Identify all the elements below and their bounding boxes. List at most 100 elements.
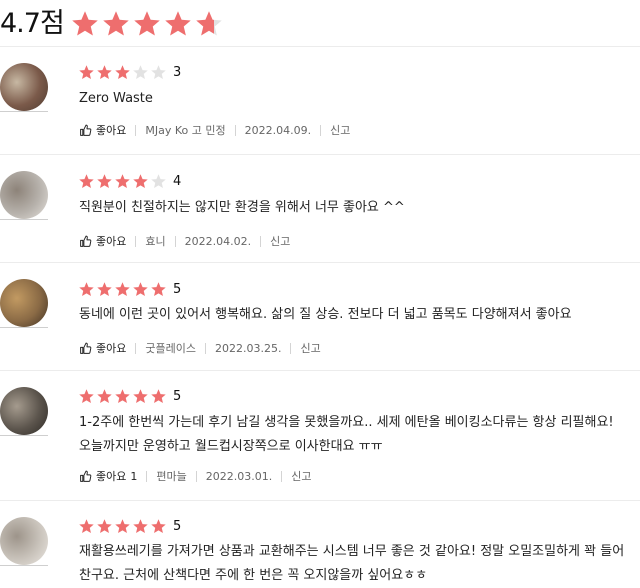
- rating-summary: 4.7점: [0, 4, 225, 44]
- review-star-icon: [133, 389, 148, 404]
- like-label: 좋아요: [96, 470, 127, 483]
- review-star-icon: [133, 65, 148, 80]
- review-item: 5 재활용쓰레기를 가져가면 상품과 교환해주는 시스템 너무 좋은 것 같아요!…: [0, 500, 640, 583]
- review-star-icon: [151, 519, 166, 534]
- rating-number: 4: [173, 174, 182, 189]
- review-date: 2022.04.02.: [184, 234, 252, 248]
- header-star-icon: [72, 11, 98, 36]
- review-star-rating: 5: [78, 281, 181, 298]
- author-name[interactable]: 편마늘: [156, 468, 186, 484]
- average-star-rating: [70, 9, 225, 39]
- avatar-divider: [0, 435, 48, 436]
- meta-divider: [135, 342, 137, 354]
- like-count: 1: [130, 469, 138, 483]
- review-item: 4 직원분이 친절하지는 않지만 환경을 위해서 너무 좋아요 ^^ 좋아요 효니 20…: [0, 154, 640, 263]
- review-star-rating: 5: [78, 518, 181, 535]
- review-star-icon: [151, 282, 166, 297]
- review-star-icon: [97, 389, 112, 404]
- review-star-icon: [115, 174, 130, 189]
- thumbs-up-icon: [80, 124, 92, 136]
- review-star-icon: [79, 282, 94, 297]
- rating-number: 3: [173, 65, 182, 80]
- like-button[interactable]: 좋아요: [79, 122, 126, 138]
- header-star-icon: [196, 11, 222, 36]
- like-button[interactable]: 좋아요: [79, 340, 126, 356]
- review-item: 5 동네에 이런 곳이 있어서 행복해요. 삶의 질 상승. 전보다 더 넓고 품…: [0, 262, 640, 371]
- review-star-icon: [79, 174, 94, 189]
- review-date: 2022.03.25.: [214, 341, 282, 355]
- review-star-rating: 3: [78, 64, 181, 81]
- review-star-icon: [97, 65, 112, 80]
- author-name[interactable]: 효니: [145, 233, 165, 249]
- report-link[interactable]: 신고: [291, 468, 311, 484]
- review-text: 동네에 이런 곳이 있어서 행복해요. 삶의 질 상승. 전보다 더 넓고 품목…: [79, 307, 572, 322]
- review-star-icon: [79, 65, 94, 80]
- review-text: 1-2주에 한번씩 가는데 후기 남길 생각을 못했을까요.. 세제 에탄올 베…: [79, 415, 614, 454]
- review-star-icon: [97, 174, 112, 189]
- header-star-icon: [103, 11, 129, 36]
- review-meta: 좋아요 효니 2022.04.02. 신고: [79, 233, 290, 249]
- avatar-divider: [0, 327, 48, 328]
- review-text: 직원분이 친절하지는 않지만 환경을 위해서 너무 좋아요 ^^: [79, 200, 405, 215]
- review-text: 재활용쓰레기를 가져가면 상품과 교환해주는 시스템 너무 좋은 것 같아요! …: [79, 544, 625, 583]
- avatar-divider: [0, 111, 48, 112]
- meta-divider: [204, 342, 206, 354]
- like-label: 좋아요: [96, 235, 127, 248]
- review-star-icon: [133, 519, 148, 534]
- review-star-icon: [115, 282, 130, 297]
- thumbs-up-icon: [80, 235, 92, 247]
- header-star-icon: [134, 11, 160, 36]
- review-item: 3 Zero Waste 좋아요 MJay Ko 고 민정 2022.04.09. 신고: [0, 46, 640, 155]
- avatar[interactable]: [0, 171, 48, 219]
- avatar[interactable]: [0, 279, 48, 327]
- review-date: 2022.03.01.: [205, 469, 273, 483]
- review-text: Zero Waste: [79, 91, 153, 106]
- review-star-icon: [79, 519, 94, 534]
- avatar[interactable]: [0, 517, 48, 565]
- rating-number: 5: [173, 519, 182, 534]
- review-star-icon: [151, 174, 166, 189]
- average-score: 4.7점: [0, 8, 65, 39]
- review-star-rating: 5: [78, 388, 181, 405]
- avatar-divider: [0, 219, 48, 220]
- meta-divider: [195, 470, 197, 482]
- rating-number: 5: [173, 282, 182, 297]
- avatar[interactable]: [0, 63, 48, 111]
- meta-divider: [146, 470, 148, 482]
- meta-divider: [234, 124, 236, 136]
- review-meta: 좋아요 1 편마늘 2022.03.01. 신고: [79, 468, 311, 484]
- like-button[interactable]: 좋아요 1: [79, 468, 137, 484]
- meta-divider: [174, 235, 176, 247]
- author-name[interactable]: 굿플레이스: [145, 340, 196, 356]
- report-link[interactable]: 신고: [300, 340, 320, 356]
- meta-divider: [135, 235, 137, 247]
- review-meta: 좋아요 굿플레이스 2022.03.25. 신고: [79, 340, 321, 356]
- report-link[interactable]: 신고: [330, 122, 350, 138]
- review-star-icon: [79, 389, 94, 404]
- meta-divider: [135, 124, 137, 136]
- review-item: 5 1-2주에 한번씩 가는데 후기 남길 생각을 못했을까요.. 세제 에탄올 …: [0, 370, 640, 501]
- avatar-divider: [0, 565, 48, 566]
- like-label: 좋아요: [96, 342, 127, 355]
- review-star-icon: [97, 519, 112, 534]
- like-button[interactable]: 좋아요: [79, 233, 126, 249]
- thumbs-up-icon: [80, 470, 92, 482]
- header-star-icon: [165, 11, 191, 36]
- review-star-icon: [133, 282, 148, 297]
- rating-number: 5: [173, 389, 182, 404]
- review-star-icon: [115, 389, 130, 404]
- meta-divider: [281, 470, 283, 482]
- author-name[interactable]: MJay Ko 고 민정: [145, 122, 225, 138]
- review-meta: 좋아요 MJay Ko 고 민정 2022.04.09. 신고: [79, 122, 350, 138]
- meta-divider: [290, 342, 292, 354]
- meta-divider: [260, 235, 262, 247]
- thumbs-up-icon: [80, 342, 92, 354]
- avatar[interactable]: [0, 387, 48, 435]
- like-label: 좋아요: [96, 124, 127, 137]
- report-link[interactable]: 신고: [270, 233, 290, 249]
- review-star-icon: [151, 389, 166, 404]
- review-star-icon: [151, 65, 166, 80]
- review-star-icon: [133, 174, 148, 189]
- review-star-icon: [115, 519, 130, 534]
- review-date: 2022.04.09.: [244, 123, 312, 137]
